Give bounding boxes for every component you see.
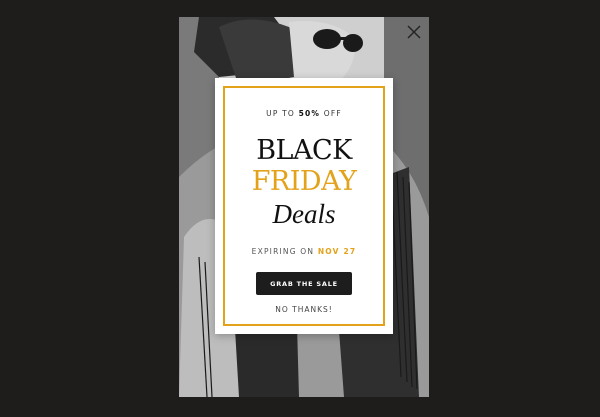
kicker-amount: 50%: [298, 109, 321, 118]
discount-kicker: UP TO 50% OFF: [215, 109, 393, 118]
no-thanks-link[interactable]: NO THANKS!: [215, 305, 393, 314]
grab-the-sale-button[interactable]: GRAB THE SALE: [256, 272, 352, 295]
headline-black: BLACK: [256, 135, 352, 166]
headline-deals: Deals: [272, 199, 336, 229]
headline-friday: FRIDAY: [251, 166, 357, 197]
kicker-suffix: OFF: [320, 109, 342, 118]
expiry-text: EXPIRING ON NOV 27: [215, 247, 393, 256]
kicker-prefix: UP TO: [266, 109, 299, 118]
close-icon: [407, 25, 421, 39]
close-button[interactable]: [406, 24, 422, 40]
expiry-label: EXPIRING ON: [251, 247, 318, 256]
page-background: UP TO 50% OFF BLACK FRIDAY Deals EXPIRIN…: [0, 0, 600, 417]
expiry-date: NOV 27: [317, 247, 357, 256]
promo-modal: UP TO 50% OFF BLACK FRIDAY Deals EXPIRIN…: [215, 78, 393, 334]
